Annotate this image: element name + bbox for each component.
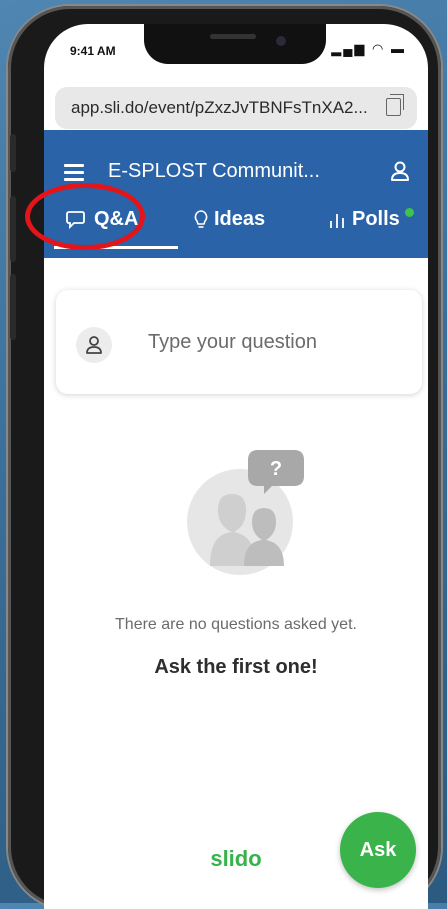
- user-icon[interactable]: [390, 160, 410, 182]
- volume-up-button: [10, 196, 16, 262]
- copy-icon[interactable]: [386, 94, 404, 116]
- tab-ideas[interactable]: Ideas: [194, 208, 265, 231]
- tab-ideas-label: Ideas: [214, 208, 266, 230]
- empty-message: There are no questions asked yet.: [115, 616, 357, 633]
- status-time: 9:41 AM: [70, 44, 116, 58]
- empty-questions-illustration: ?: [187, 450, 304, 575]
- question-placeholder: Type your question: [148, 331, 317, 353]
- tab-polls-label: Polls: [352, 208, 400, 230]
- status-icons: ▂▄▆ ◠ ▬: [331, 41, 406, 56]
- avatar: [76, 327, 112, 363]
- question-mark-glyph: ?: [270, 458, 282, 480]
- volume-down-button: [10, 274, 16, 340]
- bar-chart-icon: [330, 213, 344, 228]
- new-badge-dot: [404, 208, 414, 217]
- mute-switch: [10, 134, 16, 172]
- url-text: app.sli.do/event/pZxzJvTBNFsTnXA2...: [71, 98, 368, 117]
- event-title: E-SPLOST Communit...: [108, 160, 320, 182]
- menu-icon[interactable]: [64, 164, 84, 181]
- empty-cta: Ask the first one!: [154, 656, 318, 678]
- ask-button[interactable]: Ask: [340, 812, 416, 888]
- front-camera: [276, 36, 286, 46]
- notch: [144, 24, 326, 64]
- question-input[interactable]: Type your question: [56, 290, 422, 394]
- speaker: [210, 34, 256, 39]
- phone-frame: 9:41 AM ▂▄▆ ◠ ▬ app.sli.do/event/pZxzJvT…: [8, 6, 441, 909]
- lightbulb-icon: [194, 209, 208, 228]
- tab-polls[interactable]: Polls: [328, 208, 414, 231]
- phone-screen: 9:41 AM ▂▄▆ ◠ ▬ app.sli.do/event/pZxzJvT…: [44, 24, 428, 909]
- url-bar[interactable]: app.sli.do/event/pZxzJvTBNFsTnXA2...: [55, 87, 417, 129]
- highlight-annotation-circle: [25, 183, 145, 250]
- user-icon: [86, 336, 102, 354]
